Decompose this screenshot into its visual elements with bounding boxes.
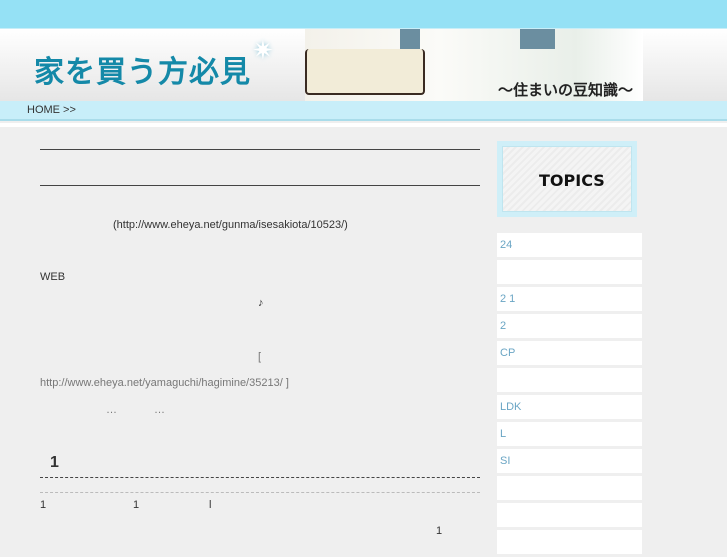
- article-text: …: [106, 404, 117, 416]
- divider: [40, 185, 480, 186]
- topic-item[interactable]: LDK: [497, 395, 642, 419]
- divider: [40, 492, 480, 493]
- topic-item[interactable]: [497, 530, 642, 554]
- article-text: l: [209, 499, 212, 511]
- article-text: ]: [282, 377, 289, 389]
- article-text: [: [258, 351, 262, 363]
- section-heading: 1: [50, 454, 59, 471]
- article-text: …: [154, 404, 165, 416]
- article-text: 1: [133, 499, 140, 511]
- site-logo[interactable]: 家を買う方必見: [34, 47, 251, 91]
- breadcrumb: HOME >>: [0, 101, 727, 121]
- sofa-image: [305, 49, 425, 95]
- article-link[interactable]: http://www.eheya.net/yamaguchi/hagimine/…: [40, 377, 283, 389]
- topic-item[interactable]: 24: [497, 233, 642, 257]
- top-band: [0, 0, 727, 29]
- topic-item[interactable]: 2 1: [497, 287, 642, 311]
- topics-header: TOPICS: [497, 141, 637, 217]
- topic-item[interactable]: [497, 260, 642, 284]
- topic-item[interactable]: [497, 503, 642, 527]
- article-text: ♪: [258, 297, 264, 309]
- article-text: WEB: [40, 271, 66, 283]
- article-text: 1: [40, 499, 47, 511]
- sparkle-icon: ✷: [252, 35, 274, 65]
- article-text: 1: [436, 525, 443, 537]
- tagline: 〜住まいの豆知識〜: [498, 81, 634, 99]
- topics-list: 24 2 1 2 CP LDK L SI: [497, 233, 642, 557]
- topic-item[interactable]: [497, 368, 642, 392]
- header-banner: 家を買う方必見 ✷ 〜住まいの豆知識〜: [0, 29, 727, 101]
- topic-item[interactable]: SI: [497, 449, 642, 473]
- divider: [40, 149, 480, 150]
- topic-item[interactable]: CP: [497, 341, 642, 365]
- topics-title: TOPICS: [539, 171, 605, 190]
- window-image: [400, 29, 420, 49]
- divider: [40, 477, 480, 478]
- divider: [0, 123, 727, 127]
- topic-item[interactable]: L: [497, 422, 642, 446]
- topic-item[interactable]: [497, 476, 642, 500]
- article-link-text: (http://www.eheya.net/gunma/isesakiota/1…: [113, 219, 348, 231]
- topic-item[interactable]: 2: [497, 314, 642, 338]
- breadcrumb-home[interactable]: HOME >>: [27, 104, 76, 116]
- window-image: [520, 29, 555, 49]
